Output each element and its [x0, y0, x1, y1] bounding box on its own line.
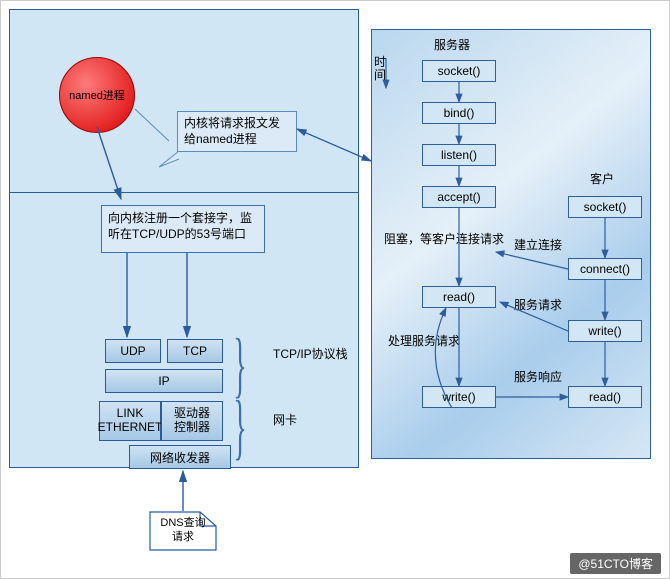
brace-icon: } — [233, 383, 246, 468]
server-listen-label: listen() — [441, 148, 477, 162]
dns-query-label1: DNS查询 — [160, 517, 205, 531]
dns-query-doc: DNS查询 请求 — [149, 511, 217, 551]
handle-label: 处理服务请求 — [388, 332, 460, 349]
udp-label: UDP — [120, 344, 145, 358]
server-accept-box: accept() — [422, 186, 496, 208]
link-label1: LINK — [117, 407, 144, 421]
time-label: 时 间 — [374, 56, 386, 82]
tcp-box: TCP — [167, 339, 223, 363]
client-socket-label: socket() — [584, 200, 627, 214]
server-read-label: read() — [443, 290, 475, 304]
server-accept-label: accept() — [437, 190, 480, 204]
client-write-box: write() — [568, 320, 642, 342]
kernel-callout-text: 内核将请求报文发给named进程 — [184, 116, 280, 146]
nic-label: 网卡 — [273, 411, 297, 428]
client-connect-label: connect() — [580, 262, 630, 276]
right-panel: 服务器 客户 时 间 socket() bind() listen() acce… — [371, 29, 651, 459]
server-bind-label: bind() — [444, 106, 475, 120]
ctrl-label1: 驱动器 — [174, 407, 210, 421]
time-label-2: 间 — [374, 69, 386, 82]
left-panel: named进程 内核将请求报文发给named进程 向内核注册一个套接字，监听在T… — [9, 9, 359, 469]
tcpip-stack-label: TCP/IP协议栈 — [273, 345, 348, 362]
link-box: LINK ETHERNET — [99, 401, 161, 441]
diagram-canvas: named进程 内核将请求报文发给named进程 向内核注册一个套接字，监听在T… — [0, 0, 670, 579]
kernel-callout: 内核将请求报文发给named进程 — [177, 111, 297, 152]
controller-box: 驱动器 控制器 — [161, 401, 223, 441]
ctrl-label2: 控制器 — [174, 421, 210, 435]
server-socket-box: socket() — [422, 60, 496, 82]
server-listen-box: listen() — [422, 144, 496, 166]
ip-box: IP — [105, 369, 223, 393]
establish-label: 建立连接 — [514, 236, 562, 253]
client-connect-box: connect() — [568, 258, 642, 280]
transceiver-box: 网络收发器 — [129, 445, 231, 469]
register-socket-text: 向内核注册一个套接字，监听在TCP/UDP的53号端口 — [108, 211, 252, 241]
server-write-box: write() — [422, 386, 496, 408]
client-write-label: write() — [588, 324, 621, 338]
server-write-label: write() — [442, 390, 475, 404]
callout-tail — [159, 151, 179, 171]
named-process-circle: named进程 — [59, 57, 135, 133]
server-read-box: read() — [422, 286, 496, 308]
register-socket-box: 向内核注册一个套接字，监听在TCP/UDP的53号端口 — [101, 205, 265, 253]
link-label2: ETHERNET — [98, 421, 163, 435]
watermark: @51CTO博客 — [570, 553, 661, 574]
server-bind-box: bind() — [422, 102, 496, 124]
blocked-label: 阻塞，等客户连接请求 — [384, 230, 504, 247]
client-read-box: read() — [568, 386, 642, 408]
client-read-label: read() — [589, 390, 621, 404]
service-response-label: 服务响应 — [514, 368, 562, 385]
service-request-label: 服务请求 — [514, 296, 562, 313]
dns-query-label2: 请求 — [172, 531, 194, 545]
ip-label: IP — [158, 374, 169, 388]
named-process-label: named进程 — [69, 87, 125, 103]
udp-box: UDP — [105, 339, 161, 363]
client-socket-box: socket() — [568, 196, 642, 218]
tcp-label: TCP — [183, 344, 207, 358]
client-title: 客户 — [590, 170, 614, 187]
server-title: 服务器 — [434, 36, 470, 53]
transceiver-label: 网络收发器 — [150, 449, 210, 466]
server-socket-label: socket() — [438, 64, 481, 78]
